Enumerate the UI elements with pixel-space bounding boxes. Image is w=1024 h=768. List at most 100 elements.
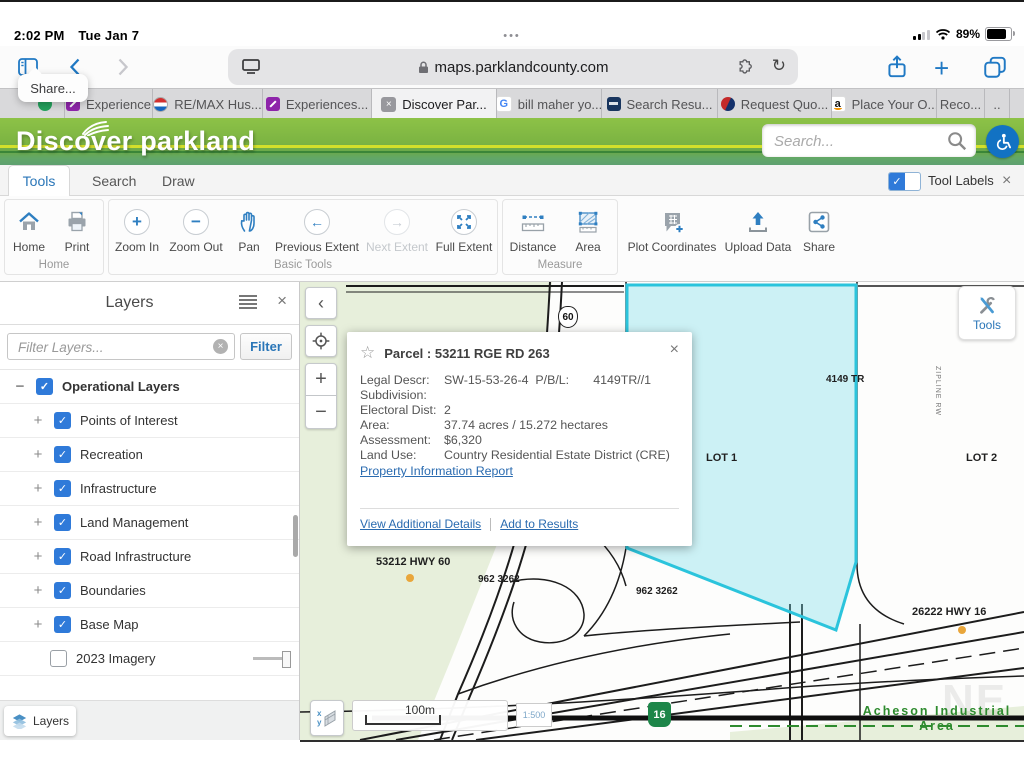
- layer-checkbox-checked[interactable]: ✓: [54, 412, 71, 429]
- tab-place-your-order[interactable]: a Place Your O...: [832, 89, 937, 119]
- locate-me-button[interactable]: [305, 325, 337, 357]
- collapse-panel-button[interactable]: ‹: [305, 287, 337, 319]
- i-want-to-button[interactable]: I want to...: [300, 740, 414, 742]
- favorite-star-icon[interactable]: ☆: [360, 343, 375, 363]
- tab-bill-maher[interactable]: G bill maher yo...: [497, 89, 602, 119]
- wrench-screwdriver-icon: [976, 294, 998, 316]
- tabs-overview-icon[interactable]: [982, 54, 1008, 80]
- tab-label: Reco...: [940, 97, 981, 112]
- tab-close-icon[interactable]: ×: [381, 97, 396, 112]
- full-extent-button[interactable]: Full Extent: [431, 205, 497, 254]
- layer-row-2023-imagery[interactable]: 2023 Imagery: [0, 642, 299, 676]
- layer-row-boundaries[interactable]: + ✓ Boundaries: [0, 574, 299, 608]
- toggle-check-icon: ✓: [889, 173, 905, 190]
- pan-button[interactable]: Pan: [227, 205, 271, 254]
- layer-checkbox-checked[interactable]: ✓: [54, 548, 71, 565]
- layers-toggle-button[interactable]: Layers: [4, 706, 76, 736]
- reload-icon[interactable]: ↻: [772, 56, 786, 76]
- layer-checkbox-checked[interactable]: ✓: [36, 378, 53, 395]
- zoom-out-icon: −: [183, 209, 209, 235]
- zoom-in-button[interactable]: + Zoom In: [109, 205, 165, 254]
- share-map-button[interactable]: Share: [796, 205, 842, 254]
- upload-data-button[interactable]: Upload Data: [722, 205, 794, 254]
- collapse-expander-icon[interactable]: −: [12, 378, 28, 395]
- favicon-redblue-icon: [721, 97, 735, 111]
- property-information-report-link[interactable]: Property Information Report: [360, 464, 678, 478]
- expand-expander-icon[interactable]: +: [30, 616, 46, 633]
- home-button[interactable]: Home: [5, 205, 53, 254]
- tool-labels-toggle[interactable]: ✓: [888, 172, 921, 191]
- slider-handle[interactable]: [282, 651, 291, 668]
- layer-checkbox-checked[interactable]: ✓: [54, 446, 71, 463]
- tab-remax[interactable]: RE/MAX Hus...: [153, 89, 263, 119]
- coordinates-widget-button[interactable]: x y: [310, 700, 344, 736]
- layer-checkbox-checked[interactable]: ✓: [54, 616, 71, 633]
- popup-close-icon[interactable]: ×: [670, 341, 679, 359]
- panel-menu-icon[interactable]: [239, 295, 257, 309]
- favicon-navy-icon: [607, 97, 621, 111]
- menu-tab-tools[interactable]: Tools: [8, 165, 70, 196]
- expand-expander-icon[interactable]: +: [30, 514, 46, 531]
- footer-separator: [490, 518, 491, 531]
- layer-checkbox-checked[interactable]: ✓: [54, 582, 71, 599]
- layer-row-road-infrastructure[interactable]: + ✓ Road Infrastructure: [0, 540, 299, 574]
- expand-expander-icon[interactable]: +: [30, 446, 46, 463]
- layer-row-infrastructure[interactable]: + ✓ Infrastructure: [0, 472, 299, 506]
- layer-row-points-of-interest[interactable]: + ✓ Points of Interest: [0, 404, 299, 438]
- area-button[interactable]: Area: [563, 205, 613, 254]
- header-search-input[interactable]: [772, 128, 936, 154]
- expand-expander-icon[interactable]: +: [30, 412, 46, 429]
- panel-close-icon[interactable]: ×: [277, 291, 287, 311]
- layer-row-recreation[interactable]: + ✓ Recreation: [0, 438, 299, 472]
- previous-extent-button[interactable]: ← Previous Extent: [271, 205, 363, 254]
- filter-layers-input[interactable]: [16, 337, 200, 358]
- search-icon[interactable]: [946, 130, 968, 152]
- map-tools-button[interactable]: Tools: [958, 286, 1016, 340]
- address-bar[interactable]: maps.parklandcounty.com ↻: [228, 49, 798, 85]
- distance-button[interactable]: Distance: [503, 205, 563, 254]
- add-to-results-link[interactable]: Add to Results: [500, 517, 578, 531]
- layer-row-base-map[interactable]: + ✓ Base Map: [0, 608, 299, 642]
- new-tab-icon[interactable]: +: [934, 53, 949, 84]
- map-zoom-out-button[interactable]: −: [305, 396, 337, 429]
- share-map-icon: [806, 205, 832, 239]
- lock-icon: [418, 61, 429, 74]
- tab-discover-parkland-active[interactable]: × Discover Par...: [372, 89, 497, 119]
- menu-item-search[interactable]: Search: [92, 165, 136, 196]
- next-extent-icon: →: [384, 209, 410, 235]
- transparency-slider[interactable]: [253, 657, 289, 660]
- share-icon[interactable]: [884, 54, 910, 80]
- menu-item-draw[interactable]: Draw: [162, 165, 195, 196]
- tab-reco[interactable]: Reco...: [937, 89, 985, 119]
- tab-experiences[interactable]: Experiences...: [263, 89, 372, 119]
- share-tooltip-label: Share...: [30, 81, 76, 96]
- map-viewport[interactable]: NE 60 4149 TR LOT 1 LOT 2 53212 HWY 60 9…: [300, 282, 1024, 742]
- menu-close-icon[interactable]: ×: [1002, 165, 1011, 196]
- tab-search-results[interactable]: Search Resu...: [602, 89, 718, 119]
- clear-filter-icon[interactable]: ×: [213, 339, 228, 354]
- accessibility-button[interactable]: [986, 125, 1019, 158]
- layer-row-land-management[interactable]: + ✓ Land Management: [0, 506, 299, 540]
- expand-expander-icon[interactable]: +: [30, 480, 46, 497]
- layer-checkbox-unchecked[interactable]: [50, 650, 67, 667]
- expand-expander-icon[interactable]: +: [30, 548, 46, 565]
- panel-scrollbar[interactable]: [293, 515, 298, 557]
- layer-checkbox-checked[interactable]: ✓: [54, 514, 71, 531]
- view-additional-details-link[interactable]: View Additional Details: [360, 517, 481, 531]
- layer-label: Road Infrastructure: [80, 549, 191, 564]
- forward-button-icon[interactable]: [110, 55, 134, 79]
- zoom-out-button[interactable]: − Zoom Out: [165, 205, 227, 254]
- scale-bar-widget[interactable]: 100m: [352, 700, 508, 731]
- layer-checkbox-checked[interactable]: ✓: [54, 480, 71, 497]
- print-button[interactable]: Print: [53, 205, 101, 254]
- extensions-puzzle-icon[interactable]: [736, 56, 756, 76]
- tab-overflow[interactable]: ..: [985, 89, 1010, 119]
- layer-row-operational[interactable]: − ✓ Operational Layers: [0, 370, 299, 404]
- site-logo[interactable]: Discover parkland: [16, 126, 255, 157]
- tab-request-quote[interactable]: Request Quo...: [718, 89, 832, 119]
- plot-coordinates-button[interactable]: Plot Coordinates: [624, 205, 720, 254]
- filter-button[interactable]: Filter: [240, 333, 292, 360]
- map-zoom-in-button[interactable]: +: [305, 363, 337, 396]
- scale-ratio-input[interactable]: 1:500: [516, 703, 552, 727]
- expand-expander-icon[interactable]: +: [30, 582, 46, 599]
